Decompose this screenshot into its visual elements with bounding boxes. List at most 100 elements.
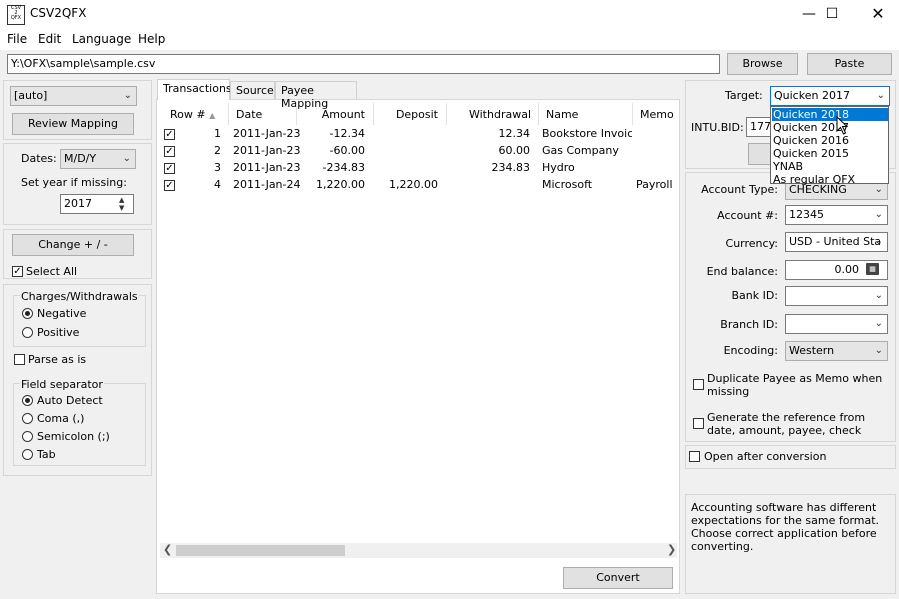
column-divider[interactable] xyxy=(632,103,633,125)
column-divider[interactable] xyxy=(446,103,447,125)
target-label: Target: xyxy=(725,89,763,102)
memo-cell: Payroll xyxy=(636,178,673,191)
maximize-icon[interactable]: ☐ xyxy=(812,4,852,24)
column-divider[interactable] xyxy=(373,103,374,125)
paste-button[interactable]: Paste xyxy=(807,53,892,75)
table-row[interactable]: ✓ 2 2011-Jan-23 -60.00 60.00 Gas Company xyxy=(157,143,678,160)
table-row[interactable]: ✓ 3 2011-Jan-23 -234.83 234.83 Hydro xyxy=(157,160,678,177)
currency-select[interactable]: USD - United Sta ⌄ xyxy=(785,232,888,252)
open-after-label: Open after conversion xyxy=(704,450,827,463)
option-quicken-2015[interactable]: Quicken 2015 xyxy=(772,147,888,160)
option-quicken-2018[interactable]: Quicken 2018 xyxy=(772,108,888,121)
target-select[interactable]: Quicken 2017 ⌄ xyxy=(770,86,890,106)
menu-edit[interactable]: Edit xyxy=(38,32,61,46)
tab-radio[interactable] xyxy=(22,449,33,460)
table-row[interactable]: ✓ 4 2011-Jan-24 1,220.00 1,220.00 Micros… xyxy=(157,177,678,194)
date-cell: 2011-Jan-23 xyxy=(233,161,301,174)
row-checkbox[interactable]: ✓ xyxy=(164,146,175,157)
scrollbar-thumb[interactable] xyxy=(176,545,345,556)
date-cell: 2011-Jan-23 xyxy=(233,144,301,157)
column-divider[interactable] xyxy=(296,103,297,125)
convert-button[interactable]: Convert xyxy=(563,567,673,589)
memo-cell xyxy=(636,143,678,159)
withdrawal-cell: 60.00 xyxy=(498,144,531,157)
table-row[interactable]: ✓ 1 2011-Jan-23 -12.34 12.34 Bookstore I… xyxy=(157,126,678,143)
menu-file[interactable]: File xyxy=(7,32,27,46)
browse-button[interactable]: Browse xyxy=(727,53,798,75)
amount-cell: 1,220.00 xyxy=(316,178,365,191)
intu-bid-label: INTU.BID: xyxy=(691,121,744,134)
change-sign-button[interactable]: Change + / - xyxy=(12,234,134,256)
tab-payee-mapping[interactable]: Payee Mapping xyxy=(275,81,357,110)
positive-radio[interactable] xyxy=(22,327,33,338)
account-number-label: Account #: xyxy=(717,209,778,222)
chevron-down-icon: ⌄ xyxy=(874,290,883,301)
header-name[interactable]: Name xyxy=(546,108,578,121)
charges-title: Charges/Withdrawals xyxy=(20,290,139,303)
duplicate-payee-label: Duplicate Payee as Memo when missing xyxy=(707,372,883,398)
select-all-checkbox[interactable]: ✓ xyxy=(12,266,23,277)
auto-detect-radio[interactable] xyxy=(22,395,33,406)
close-icon[interactable]: ✕ xyxy=(858,4,898,24)
chevron-down-icon: ⌄ xyxy=(122,153,131,164)
option-regular-qfx[interactable]: As regular QFX xyxy=(772,173,888,186)
amount-cell: -234.83 xyxy=(322,161,365,174)
bank-id-label: Bank ID: xyxy=(731,289,778,302)
stepper-arrows-icon[interactable]: ▲ ▼ xyxy=(119,196,124,212)
scroll-right-icon[interactable]: ❯ xyxy=(667,543,676,556)
column-divider[interactable] xyxy=(228,103,229,125)
row-checkbox[interactable]: ✓ xyxy=(164,180,175,191)
option-quicken-2017[interactable]: Quicken 2017 xyxy=(772,121,888,134)
row-num-cell: 4 xyxy=(214,178,221,191)
option-quicken-2016[interactable]: Quicken 2016 xyxy=(772,134,888,147)
open-after-checkbox[interactable] xyxy=(689,451,700,462)
parse-as-is-label: Parse as is xyxy=(28,353,87,366)
deposit-cell: 1,220.00 xyxy=(389,178,438,191)
row-checkbox[interactable]: ✓ xyxy=(164,163,175,174)
negative-label: Negative xyxy=(37,307,87,320)
tab-transactions[interactable]: Transactions xyxy=(157,79,232,100)
generate-reference-checkbox[interactable] xyxy=(693,418,704,429)
menu-bar xyxy=(0,28,899,50)
tab-source[interactable]: Source xyxy=(230,81,275,99)
profile-select[interactable]: [auto] ⌄ xyxy=(10,86,137,106)
withdrawal-cell: 12.34 xyxy=(498,127,531,140)
column-divider[interactable] xyxy=(538,103,539,125)
row-checkbox[interactable]: ✓ xyxy=(164,129,175,140)
file-path-input[interactable]: Y:\OFX\sample\sample.csv xyxy=(7,54,720,74)
calculator-icon[interactable]: ▦ xyxy=(866,263,879,275)
coma-radio[interactable] xyxy=(22,413,33,424)
deposit-cell xyxy=(375,160,438,176)
set-year-label: Set year if missing: xyxy=(21,176,127,189)
bank-id-select[interactable]: ⌄ xyxy=(785,286,888,306)
deposit-cell xyxy=(375,126,438,142)
name-cell: Bookstore Invoice xyxy=(542,127,632,140)
scroll-left-icon[interactable]: ❮ xyxy=(163,543,172,556)
header-memo[interactable]: Memo xyxy=(640,108,674,121)
account-number-select[interactable]: 12345 ⌄ xyxy=(785,205,888,225)
dates-format-select[interactable]: M/D/Y ⌄ xyxy=(60,149,136,169)
row-num-cell: 1 xyxy=(214,127,221,140)
menu-language[interactable]: Language xyxy=(72,32,131,46)
review-mapping-button[interactable]: Review Mapping xyxy=(12,113,134,135)
menu-help[interactable]: Help xyxy=(138,32,165,46)
mouse-cursor-icon xyxy=(836,116,849,135)
date-cell: 2011-Jan-23 xyxy=(233,127,301,140)
positive-label: Positive xyxy=(37,326,80,339)
option-ynab[interactable]: YNAB xyxy=(772,160,888,173)
duplicate-payee-checkbox[interactable] xyxy=(693,379,704,390)
header-row-num[interactable]: Row # ▲ xyxy=(170,108,215,121)
name-cell: Hydro xyxy=(542,161,575,174)
negative-radio[interactable] xyxy=(22,308,33,319)
info-text: Accounting software has different expect… xyxy=(691,501,880,553)
header-amount[interactable]: Amount xyxy=(300,108,365,121)
header-date[interactable]: Date xyxy=(236,108,262,121)
header-withdrawal[interactable]: Withdrawal xyxy=(450,108,531,121)
header-deposit[interactable]: Deposit xyxy=(375,108,438,121)
name-cell: Gas Company xyxy=(542,144,619,157)
branch-id-select[interactable]: ⌄ xyxy=(785,314,888,334)
parse-as-is-checkbox[interactable] xyxy=(14,354,25,365)
semicolon-radio[interactable] xyxy=(22,431,33,442)
chevron-down-icon: ⌄ xyxy=(874,209,883,220)
encoding-select[interactable]: Western ⌄ xyxy=(785,341,888,361)
